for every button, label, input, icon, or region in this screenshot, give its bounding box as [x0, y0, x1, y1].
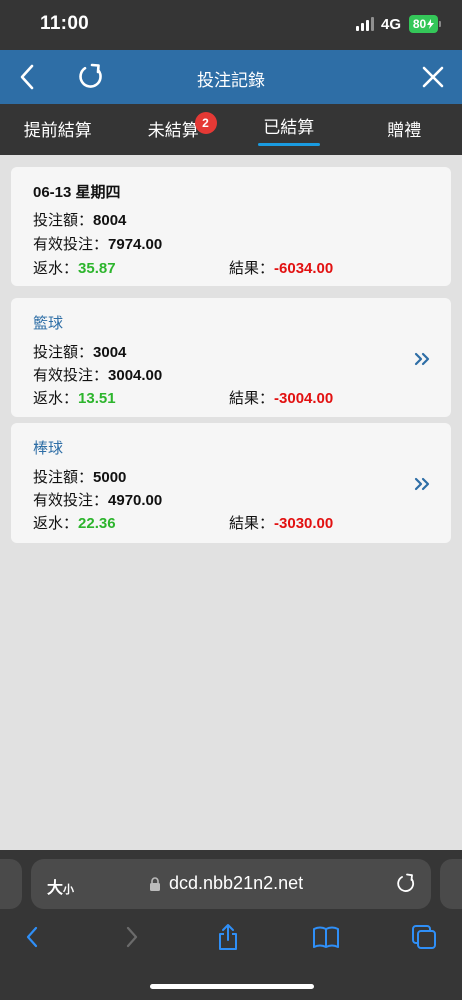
close-button[interactable] — [408, 50, 458, 104]
double-chevron-right-icon[interactable] — [413, 475, 431, 493]
active-tab-indicator — [257, 143, 320, 146]
tab-label: 已結算 — [263, 118, 315, 137]
page-title: 投注記錄 — [197, 71, 265, 90]
signal-icon — [356, 17, 376, 31]
browser-back-button[interactable] — [12, 920, 52, 954]
tabs-icon — [412, 925, 436, 949]
unsettled-count-badge: 2 — [194, 112, 217, 134]
reload-icon[interactable] — [395, 873, 417, 895]
share-button[interactable] — [208, 920, 248, 954]
summary-date: 06-13 星期四 — [33, 184, 121, 201]
sport-record-card[interactable]: 籃球 投注額：3004 有效投注：3004.00 返水：13.51 結果：-30… — [11, 298, 451, 417]
rebate: 返水：35.87 — [33, 260, 116, 277]
bet-amount: 投注額：5000 — [33, 469, 127, 486]
bookmarks-button[interactable] — [306, 920, 346, 954]
status-time: 11:00 — [40, 13, 90, 34]
close-icon — [422, 66, 444, 88]
sport-name: 籃球 — [33, 315, 64, 332]
previous-tab-peek[interactable] — [0, 859, 22, 909]
chevron-left-icon — [26, 926, 38, 948]
lock-icon — [150, 877, 160, 891]
browser-forward-button[interactable] — [112, 920, 152, 954]
rebate: 返水：13.51 — [33, 390, 116, 407]
result: 結果：-6034.00 — [229, 260, 334, 277]
browser-nav — [0, 920, 462, 954]
battery-icon: 80 — [409, 15, 438, 33]
sport-record-card[interactable]: 棒球 投注額：5000 有效投注：4970.00 返水：22.36 結果：-30… — [11, 423, 451, 543]
double-chevron-right-icon[interactable] — [413, 350, 431, 368]
battery-tip — [439, 21, 441, 27]
tab-label: 贈禮 — [387, 121, 422, 140]
home-indicator — [150, 984, 314, 989]
tab-bar: 提前結算 未結算 2 已結算 贈禮 — [0, 104, 462, 155]
valid-bet: 有效投注：7974.00 — [33, 236, 163, 253]
text-size-button[interactable]: 大小 — [47, 874, 74, 898]
tab-label: 未結算 — [147, 121, 199, 140]
result: 結果：-3030.00 — [229, 515, 334, 532]
summary-card: 06-13 星期四 投注額：8004 有效投注：7974.00 返水：35.87… — [11, 167, 451, 286]
app-header: 投注記錄 — [0, 50, 462, 104]
result: 結果：-3004.00 — [229, 390, 334, 407]
bet-amount: 投注額：8004 — [33, 212, 127, 229]
browser-toolbar: 大小 dcd.nbb21n2.net — [0, 850, 462, 1000]
network-type: 4G — [381, 16, 402, 33]
sport-name: 棒球 — [33, 440, 64, 457]
url-text: dcd.nbb21n2.net — [169, 873, 304, 893]
tab-early-settle[interactable]: 提前結算 — [0, 104, 116, 155]
bet-amount: 投注額：3004 — [33, 344, 127, 361]
status-bar: 11:00 4G 80 — [0, 0, 462, 50]
rebate: 返水：22.36 — [33, 515, 116, 532]
valid-bet: 有效投注：3004.00 — [33, 367, 163, 384]
tab-label: 提前結算 — [23, 121, 92, 140]
bookmarks-icon — [313, 926, 339, 948]
next-tab-peek[interactable] — [440, 859, 462, 909]
valid-bet: 有效投注：4970.00 — [33, 492, 163, 509]
battery-level: 80 — [412, 17, 427, 31]
chevron-right-icon — [126, 926, 138, 948]
share-icon — [219, 924, 237, 950]
tab-gifts[interactable]: 贈禮 — [347, 104, 462, 155]
tab-settled[interactable]: 已結算 — [231, 104, 347, 155]
tabs-button[interactable] — [404, 920, 444, 954]
address-bar[interactable]: 大小 dcd.nbb21n2.net — [31, 859, 431, 909]
tab-unsettled[interactable]: 未結算 2 — [116, 104, 232, 155]
